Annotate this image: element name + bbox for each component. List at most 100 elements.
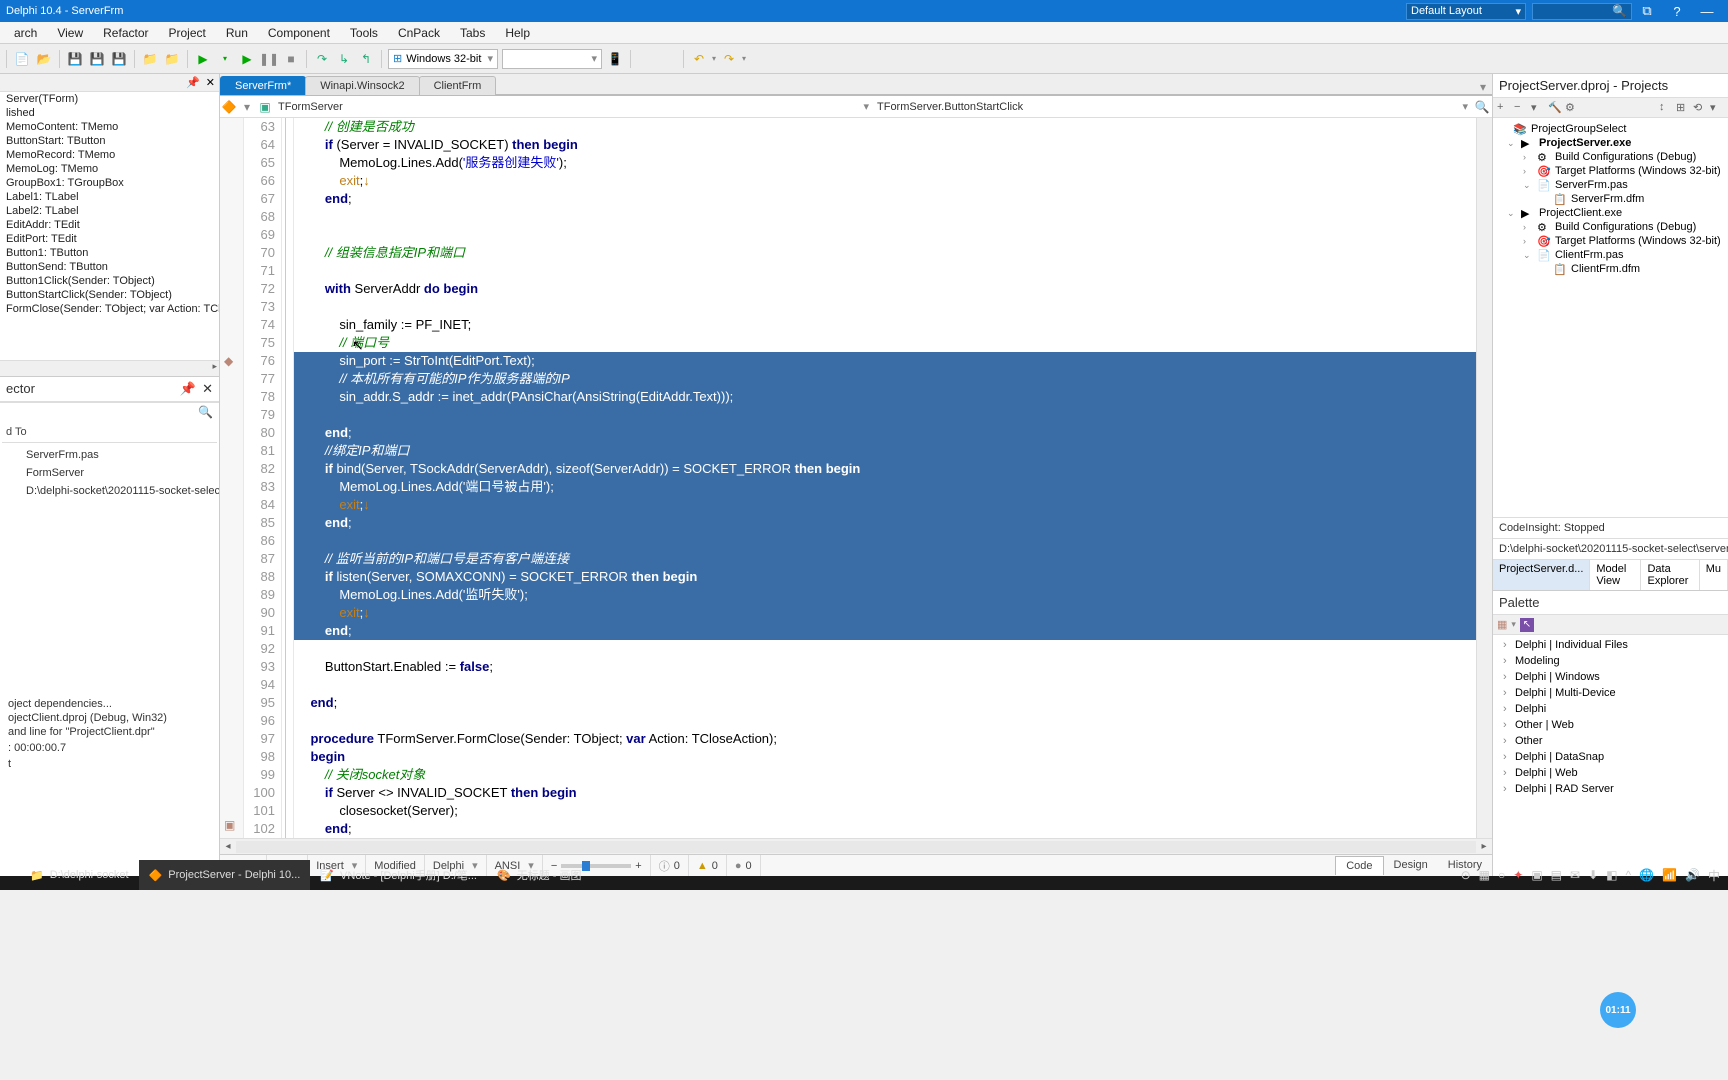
chevron-down-icon[interactable]: ▾ [1710, 101, 1724, 115]
code-line[interactable]: // 组装信息指定IP和端口 [294, 244, 1476, 262]
menu-project[interactable]: Project [159, 24, 216, 42]
expand-icon[interactable]: ⌄ [1523, 250, 1533, 261]
add-icon[interactable]: + [1497, 101, 1511, 115]
ime-icon[interactable]: 中 [1708, 867, 1720, 884]
nav-back-icon[interactable]: ↶ [690, 50, 708, 68]
chevron-down-icon[interactable]: ▾ [1480, 80, 1486, 94]
project-node[interactable]: ⌄▶ProjectServer.exe [1495, 136, 1726, 150]
new-icon[interactable]: 📄 [13, 50, 31, 68]
open-icon[interactable]: 📂 [35, 50, 53, 68]
block-icon[interactable]: ▣ [224, 816, 235, 834]
chevron-down-icon[interactable]: ▾ [712, 54, 716, 63]
code-line[interactable]: if listen(Server, SOMAXCONN) = SOCKET_ER… [294, 568, 1476, 586]
tray-icon[interactable]: ⬇ [1588, 868, 1598, 882]
code-line[interactable] [294, 676, 1476, 694]
palette-categories[interactable]: Delphi | Individual FilesModelingDelphi … [1493, 635, 1728, 876]
taskbar-start[interactable] [0, 860, 20, 890]
code-line[interactable]: exit;↓ [294, 496, 1476, 514]
stop-icon[interactable]: ■ [282, 50, 300, 68]
code-line[interactable] [294, 712, 1476, 730]
expand-icon[interactable]: › [1523, 152, 1533, 162]
code-line[interactable]: if Server <> INVALID_SOCKET then begin [294, 784, 1476, 802]
sync-icon[interactable]: ⟲ [1693, 101, 1707, 115]
palette-category[interactable]: Delphi | Windows [1497, 669, 1724, 685]
expand-icon[interactable]: › [1523, 236, 1533, 246]
structure-scroll-x[interactable]: ▸ [0, 360, 219, 376]
project-node[interactable]: 📚ProjectGroupSelect [1495, 122, 1726, 136]
code-line[interactable]: end; [294, 694, 1476, 712]
code-editor[interactable]: ◆ ▣ 636465666768697071727374757677787980… [220, 118, 1492, 838]
menu-tools[interactable]: Tools [340, 24, 388, 42]
types-icon[interactable]: 🔶 [220, 100, 238, 114]
code-line[interactable]: begin [294, 748, 1476, 766]
chevron-down-icon[interactable]: ▾ [1511, 619, 1516, 630]
code-line[interactable]: MemoLog.Lines.Add('端口号被占用'); [294, 478, 1476, 496]
tray-icon[interactable]: ◧ [1606, 868, 1617, 882]
project-node[interactable]: ›🎯Target Platforms (Windows 32-bit) [1495, 234, 1726, 248]
code-line[interactable]: closesocket(Server); [294, 802, 1476, 820]
project-node[interactable]: ⌄📄ServerFrm.pas [1495, 178, 1726, 192]
code-line[interactable]: end; [294, 820, 1476, 838]
structure-list[interactable]: Server(TForm)lishedMemoContent: TMemoBut… [0, 92, 219, 360]
wifi-icon[interactable]: 📶 [1662, 868, 1677, 882]
menu-component[interactable]: Component [258, 24, 340, 42]
expand-icon[interactable]: ⌄ [1523, 180, 1533, 191]
taskbar-item[interactable]: 📁D:\delphi-socket [20, 860, 139, 890]
project-node[interactable]: ⌄▶ProjectClient.exe [1495, 206, 1726, 220]
inspector-row[interactable]: ServerFrm.pas [2, 446, 217, 464]
remove-icon[interactable]: − [1514, 101, 1528, 115]
structure-item[interactable]: MemoContent: TMemo [0, 120, 219, 134]
menu-view[interactable]: View [47, 24, 93, 42]
structure-item[interactable]: Button1Click(Sender: TObject) [0, 274, 219, 288]
run-dropdown-icon[interactable]: ▾ [216, 50, 234, 68]
save-all-icon[interactable]: 💾 [88, 50, 106, 68]
code-line[interactable]: //绑定IP和端口 [294, 442, 1476, 460]
code-line[interactable]: sin_family := PF_INET; [294, 316, 1476, 334]
code-line[interactable]: exit;↓ [294, 172, 1476, 190]
code-line[interactable] [294, 298, 1476, 316]
project-tree[interactable]: 📚ProjectGroupSelect⌄▶ProjectServer.exe›⚙… [1493, 118, 1728, 280]
view-tab-code[interactable]: Code [1335, 856, 1383, 875]
scroll-left-icon[interactable]: ◂ [220, 841, 236, 852]
expand-icon[interactable]: ⌄ [1507, 208, 1517, 219]
palette-category[interactable]: Delphi | Individual Files [1497, 637, 1724, 653]
code-line[interactable] [294, 262, 1476, 280]
code-line[interactable]: // 关闭socket对象 [294, 766, 1476, 784]
chevron-down-icon[interactable]: ▾ [1531, 101, 1545, 115]
chevron-down-icon[interactable]: ▾ [238, 100, 256, 114]
palette-category[interactable]: Delphi | Web [1497, 765, 1724, 781]
sort-icon[interactable]: ↕ [1659, 101, 1673, 115]
run-without-debug-icon[interactable]: ▶ [238, 50, 256, 68]
code-line[interactable]: exit;↓ [294, 604, 1476, 622]
code-line[interactable]: // 端口号 [294, 334, 1476, 352]
structure-item[interactable]: MemoLog: TMemo [0, 162, 219, 176]
code-line[interactable]: if bind(Server, TSockAddr(ServerAddr), s… [294, 460, 1476, 478]
view-tab-design[interactable]: Design [1384, 856, 1438, 875]
menu-arch[interactable]: arch [4, 24, 47, 42]
code-scroll-v[interactable] [1476, 118, 1492, 838]
chevron-down-icon[interactable]: ▾ [742, 54, 746, 63]
tray-icon[interactable]: ○ [1498, 868, 1505, 882]
menu-cnpack[interactable]: CnPack [388, 24, 450, 42]
structure-item[interactable]: lished [0, 106, 219, 120]
code-line[interactable]: // 创建是否成功 [294, 118, 1476, 136]
expand-icon[interactable]: ⌄ [1507, 138, 1517, 149]
code-line[interactable] [294, 226, 1476, 244]
palette-category[interactable]: Modeling [1497, 653, 1724, 669]
expand-icon[interactable]: ⊞ [1676, 101, 1690, 115]
code-line[interactable]: end; [294, 514, 1476, 532]
build-icon[interactable]: ⚙ [1565, 101, 1579, 115]
code-line[interactable] [294, 640, 1476, 658]
device-icon[interactable]: 📱 [606, 50, 624, 68]
project-node[interactable]: ›⚙Build Configurations (Debug) [1495, 220, 1726, 234]
right-tab[interactable]: Data Explorer [1641, 560, 1699, 590]
nav-method-combo[interactable]: TFormServer.ButtonStartClick ▾ [873, 98, 1472, 115]
tray-icon[interactable]: ▦ [1479, 868, 1490, 882]
tray-icon[interactable]: ▤ [1551, 868, 1562, 882]
palette-category[interactable]: Delphi [1497, 701, 1724, 717]
structure-item[interactable]: Label2: TLabel [0, 204, 219, 218]
code-line[interactable]: procedure TFormServer.FormClose(Sender: … [294, 730, 1476, 748]
close-icon[interactable]: ✕ [206, 76, 215, 89]
project-node[interactable]: ›⚙Build Configurations (Debug) [1495, 150, 1726, 164]
code-scroll-h[interactable]: ◂ ▸ [220, 838, 1492, 854]
